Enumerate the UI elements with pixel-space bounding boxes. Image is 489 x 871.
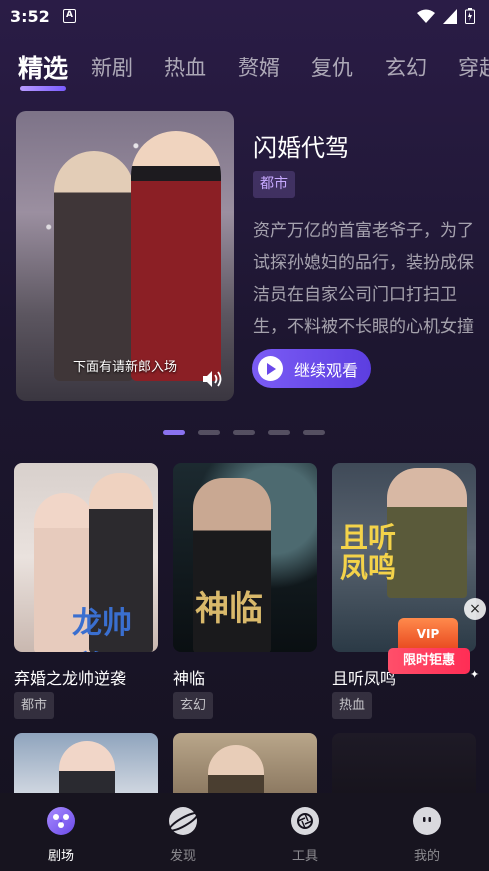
status-bar: 3:52 A [0,0,489,34]
signal-icon [443,8,457,24]
bottom-navigation: 剧场 发现 工具 我的 [0,793,489,871]
drama-tag: 热血 [332,692,373,719]
tab-featured[interactable]: 精选 [18,49,68,85]
drama-title[interactable]: 且听凤鸣 [332,665,396,689]
promo-close-button[interactable]: × [464,598,486,620]
planet-icon [168,807,199,835]
hero-video-poster[interactable]: 下面有请新郎入场 [16,111,234,401]
carousel-dot[interactable] [163,430,185,435]
drama-poster[interactable] [14,733,158,793]
theater-icon [47,807,75,835]
drama-poster[interactable]: 龙帅逆 [14,463,158,652]
hero-figure-bride [131,131,221,381]
continue-watching-button[interactable]: 继续观看 [252,349,371,388]
play-icon [258,356,283,381]
notification-icon: A [63,9,76,23]
drama-title[interactable]: 弃婚之龙帅逆袭 [14,665,126,689]
vip-promo-badge[interactable]: VIP 限时钜惠 [388,618,470,680]
nav-label: 工具 [291,849,318,864]
nav-discover[interactable]: 发现 [122,793,244,871]
category-tabs: 精选 新剧 热血 赘婿 复仇 玄幻 穿越 [0,46,489,96]
tab-new[interactable]: 新剧 [91,52,133,82]
status-icons [417,8,475,24]
tab-son-in-law[interactable]: 赘婿 [238,52,280,82]
drama-poster[interactable]: 神临 [173,463,317,652]
nav-label: 发现 [169,849,196,864]
tab-fantasy[interactable]: 玄幻 [385,52,427,82]
hero-genre-tag: 都市 [253,171,295,198]
drama-card[interactable]: 神临 神临 玄幻 [173,463,317,719]
poster-title-art: 龙帅逆 [72,606,132,652]
drama-tag: 都市 [14,692,55,719]
hero-figure-groom [54,151,134,381]
nav-theater[interactable]: 剧场 [0,793,122,871]
hero-description: 资产万亿的首富老爷子，为了试探孙媳妇的品行，装扮成保洁员在自家公司门口打扫卫生，… [253,221,474,337]
battery-icon [465,8,475,24]
volume-icon[interactable] [202,369,224,389]
nav-tools[interactable]: 工具 [244,793,366,871]
drama-poster[interactable] [173,733,317,793]
drama-tag: 玄幻 [173,692,214,719]
status-time: 3:52 [10,7,50,26]
carousel-dot[interactable] [303,430,325,435]
promo-label: 限时钜惠 [388,648,470,674]
tab-time-travel[interactable]: 穿越 [458,52,489,82]
drama-poster[interactable] [332,733,476,793]
nav-profile[interactable]: 我的 [366,793,488,871]
carousel-indicator [163,430,325,435]
tab-revenge[interactable]: 复仇 [311,52,353,82]
poster-title-art: 神临 [195,589,263,629]
drama-card[interactable]: 龙帅逆 弃婚之龙帅逆袭 都市 [14,463,158,719]
poster-title-art: 且听凤鸣 [340,521,397,584]
nav-label: 剧场 [47,849,74,864]
wifi-icon [417,9,435,23]
nav-label: 我的 [413,849,440,864]
tab-action[interactable]: 热血 [164,52,206,82]
carousel-dot[interactable] [198,430,220,435]
poster-figure [208,745,264,793]
continue-label: 继续观看 [294,360,359,380]
carousel-dot[interactable] [268,430,290,435]
carousel-dot[interactable] [233,430,255,435]
poster-figure [59,741,115,793]
vip-label: VIP [398,618,458,650]
drama-title[interactable]: 神临 [173,665,205,689]
sparkle-icon: ✦ [470,668,480,681]
hero-title[interactable]: 闪婚代驾 [253,128,349,163]
tab-indicator [20,86,66,91]
profile-icon [413,807,441,835]
aperture-icon [291,807,319,835]
